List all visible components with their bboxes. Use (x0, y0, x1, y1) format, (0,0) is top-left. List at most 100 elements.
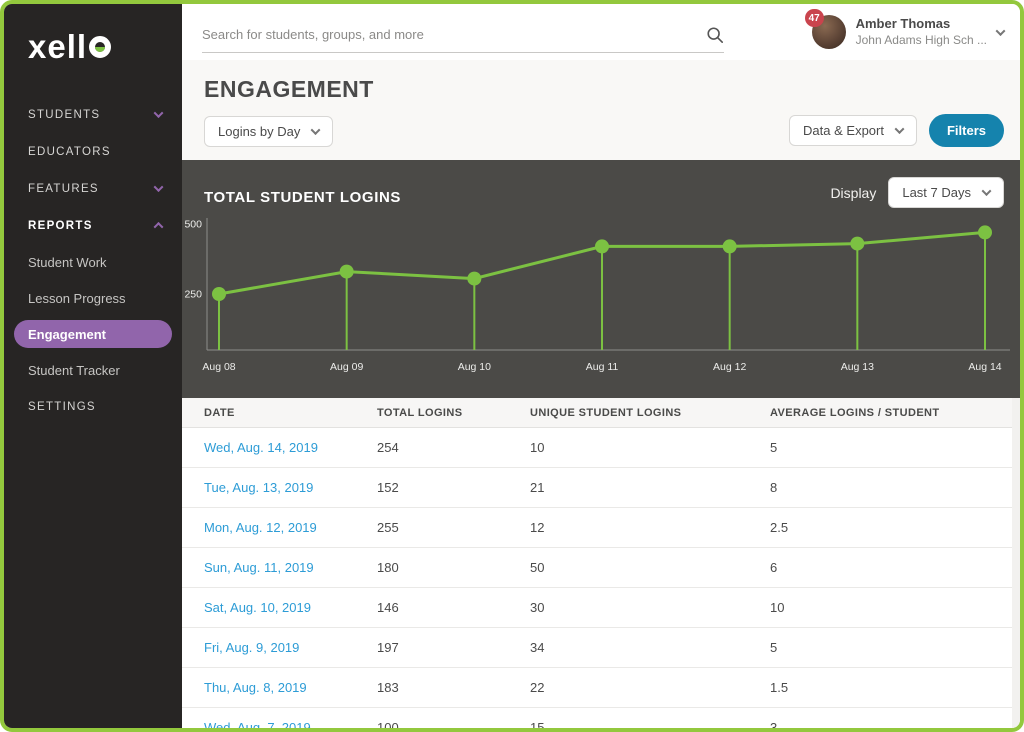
logo-text: xell (28, 28, 87, 66)
sidebar-item-label: EDUCATORS (28, 146, 111, 158)
chart-point[interactable] (978, 225, 992, 239)
unique-logins-cell: 22 (530, 680, 770, 695)
sidebar-item-settings[interactable]: SETTINGS (4, 388, 182, 425)
view-select-value: Logins by Day (218, 124, 300, 139)
x-tick-label: Aug 11 (586, 361, 619, 373)
chevron-down-icon (154, 182, 164, 192)
unique-logins-cell: 30 (530, 600, 770, 615)
search-input[interactable] (202, 27, 706, 42)
xello-logo[interactable]: xell (4, 4, 182, 90)
x-tick-label: Aug 09 (330, 361, 363, 373)
chart-panel: TOTAL STUDENT LOGINS Display Last 7 Days… (182, 160, 1020, 398)
total-logins-cell: 254 (377, 440, 530, 455)
x-tick-label: Aug 14 (968, 361, 1001, 373)
avatar-wrap: 47 (812, 15, 846, 49)
table-row: Sat, Aug. 10, 2019 146 30 10 (182, 588, 1012, 628)
sidebar-item-label: REPORTS (28, 220, 93, 232)
y-tick-label: 500 (184, 219, 202, 231)
date-range-value: Last 7 Days (902, 185, 971, 200)
sidebar-item-students[interactable]: STUDENTS (4, 96, 182, 133)
unique-logins-cell: 34 (530, 640, 770, 655)
display-label: Display (830, 185, 876, 201)
table-row: Thu, Aug. 8, 2019 183 22 1.5 (182, 668, 1012, 708)
notification-badge: 47 (805, 9, 824, 27)
date-range-select[interactable]: Last 7 Days (888, 177, 1004, 208)
sidebar-item-student-tracker[interactable]: Student Tracker (4, 352, 182, 388)
date-link[interactable]: Wed, Aug. 7, 2019 (204, 720, 311, 728)
sidebar-item-label: STUDENTS (28, 109, 100, 121)
unique-logins-cell: 10 (530, 440, 770, 455)
date-link[interactable]: Wed, Aug. 14, 2019 (204, 440, 318, 455)
table-row: Wed, Aug. 14, 2019 254 10 5 (182, 428, 1012, 468)
user-organization: John Adams High Sch ... (856, 33, 987, 49)
search-icon[interactable] (706, 26, 724, 44)
user-menu[interactable]: 47 Amber Thomas John Adams High Sch ... (812, 15, 1020, 49)
topbar: 47 Amber Thomas John Adams High Sch ... (182, 4, 1020, 60)
filters-button[interactable]: Filters (929, 114, 1004, 147)
unique-logins-cell: 12 (530, 520, 770, 535)
chevron-down-icon (895, 124, 905, 134)
unique-logins-cell: 15 (530, 720, 770, 728)
page-header: ENGAGEMENT Logins by Day Data & Export F… (182, 60, 1020, 160)
sidebar-item-label: SETTINGS (28, 401, 96, 413)
data-export-button[interactable]: Data & Export (789, 115, 917, 146)
chevron-up-icon (154, 222, 164, 232)
chevron-down-icon (154, 108, 164, 118)
chart-point[interactable] (212, 287, 226, 301)
table-row: Mon, Aug. 12, 2019 255 12 2.5 (182, 508, 1012, 548)
chart-point[interactable] (850, 237, 864, 251)
chart-point[interactable] (595, 239, 609, 253)
column-header-total-logins: TOTAL LOGINS (377, 407, 530, 419)
action-controls: Data & Export Filters (789, 114, 1004, 147)
user-name: Amber Thomas (856, 16, 987, 33)
chart-header: TOTAL STUDENT LOGINS Display Last 7 Days (182, 160, 1020, 208)
table-row: Fri, Aug. 9, 2019 197 34 5 (182, 628, 1012, 668)
table-header-row: DATE TOTAL LOGINS UNIQUE STUDENT LOGINS … (182, 398, 1012, 428)
average-logins-cell: 3 (770, 720, 1012, 728)
date-link[interactable]: Fri, Aug. 9, 2019 (204, 640, 299, 655)
view-select[interactable]: Logins by Day (204, 116, 333, 147)
sidebar: xell STUDENTS EDUCATORS FEATURES REPORTS… (4, 4, 182, 728)
average-logins-cell: 8 (770, 480, 1012, 495)
sidebar-item-features[interactable]: FEATURES (4, 170, 182, 207)
app-window: xell STUDENTS EDUCATORS FEATURES REPORTS… (0, 0, 1024, 732)
sub-item-label: Student Tracker (28, 363, 120, 378)
date-link[interactable]: Mon, Aug. 12, 2019 (204, 520, 317, 535)
date-link[interactable]: Tue, Aug. 13, 2019 (204, 480, 313, 495)
x-tick-label: Aug 08 (202, 361, 235, 373)
data-export-label: Data & Export (803, 123, 884, 138)
chevron-down-icon[interactable] (996, 26, 1006, 36)
main-content: 47 Amber Thomas John Adams High Sch ... … (182, 4, 1020, 728)
sidebar-item-engagement[interactable]: Engagement (14, 320, 172, 348)
total-logins-cell: 197 (377, 640, 530, 655)
table-row: Sun, Aug. 11, 2019 180 50 6 (182, 548, 1012, 588)
y-tick-label: 250 (184, 289, 202, 301)
column-header-average-logins: AVERAGE LOGINS / STUDENT (770, 407, 1012, 419)
average-logins-cell: 5 (770, 640, 1012, 655)
unique-logins-cell: 50 (530, 560, 770, 575)
logins-table: DATE TOTAL LOGINS UNIQUE STUDENT LOGINS … (182, 398, 1012, 728)
date-link[interactable]: Sat, Aug. 10, 2019 (204, 600, 311, 615)
table-row: Wed, Aug. 7, 2019 100 15 3 (182, 708, 1012, 728)
sidebar-item-student-work[interactable]: Student Work (4, 244, 182, 280)
sidebar-item-reports[interactable]: REPORTS (4, 207, 182, 244)
view-controls: Logins by Day (204, 116, 333, 147)
page-title: ENGAGEMENT (204, 76, 374, 103)
chart-point[interactable] (467, 272, 481, 286)
unique-logins-cell: 21 (530, 480, 770, 495)
display-controls: Display Last 7 Days (830, 177, 1004, 208)
average-logins-cell: 6 (770, 560, 1012, 575)
chart-point[interactable] (723, 239, 737, 253)
column-header-date: DATE (204, 407, 377, 419)
date-link[interactable]: Thu, Aug. 8, 2019 (204, 680, 307, 695)
chart-point[interactable] (340, 265, 354, 279)
average-logins-cell: 1.5 (770, 680, 1012, 695)
date-link[interactable]: Sun, Aug. 11, 2019 (204, 560, 314, 575)
chevron-down-icon (311, 125, 321, 135)
sidebar-item-lesson-progress[interactable]: Lesson Progress (4, 280, 182, 316)
sub-item-label: Lesson Progress (28, 291, 126, 306)
total-logins-cell: 100 (377, 720, 530, 728)
total-logins-cell: 152 (377, 480, 530, 495)
sidebar-item-educators[interactable]: EDUCATORS (4, 133, 182, 170)
logo-o-icon (89, 36, 111, 58)
